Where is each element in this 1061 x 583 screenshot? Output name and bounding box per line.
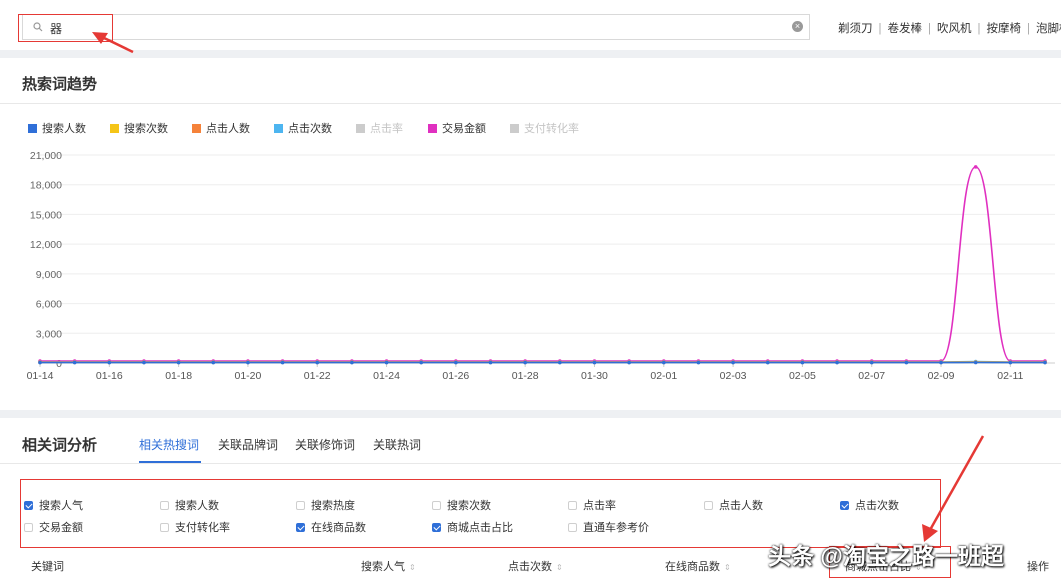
data-point [176,360,181,365]
series-line [39,166,1045,362]
related-title: 相关词分析 [22,437,98,454]
data-point [142,360,146,365]
column-header-online-items[interactable]: 在线商品数 ⇕ [665,558,731,574]
y-tick-label: 15,000 [30,209,62,221]
search-highlight-box [18,14,113,42]
search-input[interactable]: 器 × [22,14,810,40]
data-point [211,360,216,365]
sort-icon[interactable]: ⇕ [409,563,416,572]
y-tick-label: 12,000 [30,239,62,251]
y-tick-label: 21,000 [30,150,62,162]
sort-icon[interactable]: ⇕ [556,563,563,572]
column-label: 点击次数 [508,561,552,573]
x-tick-label: 02-07 [858,370,885,382]
data-point [558,360,562,365]
clear-icon[interactable]: × [792,21,803,32]
x-tick-label: 01-14 [27,370,54,382]
y-tick-label: 3,000 [36,328,62,340]
data-point [454,360,458,365]
data-point [107,360,112,365]
data-point [973,165,978,169]
x-tick-label: 01-22 [304,370,331,382]
data-point [592,360,597,365]
x-tick-label: 02-03 [720,370,747,382]
column-label: 关键词 [31,561,64,573]
top-search-bar: 器 × 剃须刀|卷发棒|吹风机|按摩椅|泡脚桶 [0,0,1061,50]
data-point [523,360,527,365]
data-point [72,360,77,365]
data-point [661,360,666,365]
data-point [1043,360,1047,365]
data-point [38,360,42,365]
data-point [731,360,735,365]
hot-link[interactable]: 剃须刀 [838,23,873,35]
hot-link[interactable]: 泡脚桶 [1036,23,1061,35]
data-point [869,360,874,365]
data-point [246,360,250,365]
data-point [627,360,631,365]
sort-icon[interactable]: ⇕ [724,563,731,572]
data-point [1008,360,1013,365]
data-point [280,360,285,365]
hot-link[interactable]: 吹风机 [937,23,972,35]
y-tick-label: 6,000 [36,299,62,311]
data-point [488,360,493,365]
x-tick-label: 01-30 [581,370,608,382]
data-point [904,360,909,365]
data-point [800,360,805,365]
x-tick-label: 01-16 [96,370,123,382]
data-point [350,360,354,365]
trend-chart: 0 3,000 6,000 9,000 12,000 15,000 18,000 21,000… [27,150,1055,382]
data-point [315,360,320,365]
x-tick-label: 02-05 [789,370,816,382]
data-point [973,360,978,365]
hot-link[interactable]: 卷发棒 [888,23,923,35]
tab-modifier[interactable]: 关联修饰词 [295,436,355,453]
tab-brand[interactable]: 关联品牌词 [218,436,278,453]
divider [0,463,1061,464]
watermark: 头条 @淘宝之路一班超 [768,543,1004,569]
x-tick-label: 02-09 [928,370,955,382]
x-tick-label: 02-11 [997,370,1023,382]
column-header-popularity[interactable]: 搜索人气 ⇕ [361,558,416,574]
data-point [384,360,389,365]
x-tick-label: 02-01 [650,370,677,382]
x-tick-label: 01-28 [512,370,539,382]
x-tick-label: 01-26 [442,370,469,382]
tab-related-hot[interactable]: 相关热搜词 [139,436,199,453]
tab-related-words[interactable]: 关联热词 [373,436,421,453]
column-header-keyword: 关键词 [31,558,64,574]
data-point [696,360,701,365]
x-tick-label: 01-18 [165,370,192,382]
data-point [765,360,770,365]
hot-link[interactable]: 按摩椅 [987,23,1022,35]
y-tick-label: 9,000 [36,269,62,281]
x-tick-label: 01-24 [373,370,400,382]
x-tick-label: 01-20 [235,370,262,382]
column-header-action: 操作 [1027,558,1049,574]
y-tick-label: 18,000 [30,180,62,192]
trend-panel: 热索词趋势 搜索人数 搜索次数 点击人数 点击次数 点击率 交易金额 支付转化率… [0,58,1061,410]
column-label: 操作 [1027,561,1049,573]
data-point [939,360,943,365]
column-label: 搜索人气 [361,561,405,573]
hot-search-links: 剃须刀|卷发棒|吹风机|按摩椅|泡脚桶 [838,20,1061,36]
column-label: 在线商品数 [665,561,720,573]
data-point [419,360,424,365]
y-tick-label: 0 [56,358,62,370]
data-point [835,360,839,365]
column-header-clicks[interactable]: 点击次数 ⇕ [508,558,563,574]
